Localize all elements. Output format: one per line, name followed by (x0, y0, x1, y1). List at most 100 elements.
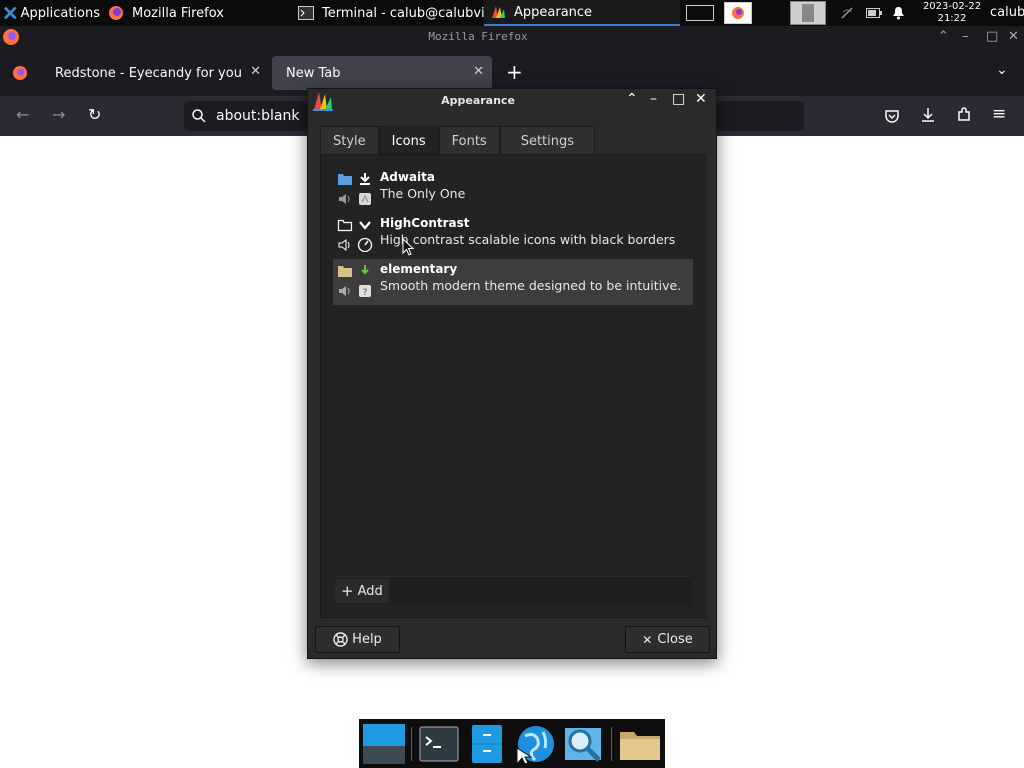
close-icon[interactable]: ✕ (1008, 29, 1019, 44)
theme-preview (337, 171, 377, 209)
svg-text:?: ? (363, 288, 368, 298)
workspace-2[interactable] (724, 2, 752, 24)
task-terminal[interactable]: Terminal - calub@calubvi… (292, 0, 484, 26)
icons-tab-panel: Adwaita The Only One HighContrast High c… (320, 154, 706, 618)
help-label: Help (352, 632, 382, 647)
help-icon: ? (359, 285, 371, 298)
battery-icon[interactable] (866, 7, 882, 19)
close-label: Close (657, 632, 693, 647)
plus-icon: + (341, 582, 354, 600)
web-browser-icon (516, 726, 554, 766)
back-arrow-icon[interactable]: ← (16, 105, 29, 124)
dock-web-browser[interactable] (515, 724, 555, 766)
search-icon (192, 109, 206, 123)
desktop-preview-icon (790, 1, 826, 25)
close-x-icon: ✕ (642, 632, 653, 647)
system-tray (840, 0, 905, 26)
minimize-icon[interactable]: – (962, 29, 969, 44)
list-item-highcontrast[interactable]: HighContrast High contrast scalable icon… (333, 213, 693, 259)
show-desktop[interactable] (790, 0, 826, 26)
maximize-icon[interactable]: □ (672, 91, 685, 107)
theme-description: The Only One (380, 186, 466, 201)
theme-preview: ? (337, 263, 377, 301)
tab-icons[interactable]: Icons (378, 126, 439, 156)
folder-icon (338, 266, 352, 277)
appearance-dialog: Appearance ⌃ – □ ✕ Style Icons Fonts Set… (307, 88, 717, 659)
reload-icon[interactable]: ↻ (88, 105, 101, 124)
dialog-title: Appearance (441, 94, 515, 107)
dialog-titlebar[interactable]: Appearance ⌃ – □ ✕ (308, 89, 716, 113)
add-theme-button[interactable]: + Add (335, 579, 389, 603)
close-icon[interactable]: ✕ (695, 91, 707, 107)
dialog-tabs: Style Icons Fonts Settings (320, 126, 596, 156)
help-button[interactable]: Help (315, 626, 400, 653)
speaker-icon (339, 286, 350, 296)
appearance-icon (492, 6, 505, 18)
speaker-icon (339, 194, 350, 204)
add-label: Add (357, 583, 383, 599)
tab-style[interactable]: Style (320, 126, 379, 155)
tab-new-tab[interactable]: New Tab ✕ (272, 56, 492, 90)
list-toolbar: + Add (335, 576, 691, 604)
dock-terminal[interactable] (419, 724, 459, 764)
list-all-tabs-chevron-icon[interactable]: ⌄ (996, 62, 1008, 78)
minimize-icon[interactable]: – (650, 91, 657, 107)
dock-file-manager[interactable] (467, 724, 507, 764)
extensions-icon[interactable] (956, 107, 972, 123)
tab-label: Redstone - Eyecandy for your X (55, 65, 241, 81)
tab-redstone[interactable]: Redstone - Eyecandy for your X ✕ (41, 56, 269, 90)
theme-name: HighContrast (380, 216, 470, 230)
dock (359, 719, 665, 768)
icon-theme-list[interactable]: Adwaita The Only One HighContrast High c… (333, 167, 693, 577)
dock-folder[interactable] (618, 724, 662, 764)
task-firefox[interactable]: Mozilla Firefox (102, 0, 288, 26)
firefox-icon (109, 6, 123, 20)
chevron-up-icon[interactable]: ⌃ (938, 29, 949, 44)
desktop-icon (363, 724, 405, 764)
tab-fonts[interactable]: Fonts (438, 126, 500, 155)
list-item-elementary[interactable]: ? elementary Smooth modern theme designe… (333, 259, 693, 305)
tab-settings[interactable]: Settings (499, 126, 596, 155)
task-label: Appearance (514, 4, 593, 20)
help-lifebuoy-icon (333, 632, 348, 647)
network-disconnected-icon[interactable] (840, 6, 854, 20)
url-text: about:blank (216, 108, 300, 124)
downloads-icon[interactable] (920, 107, 936, 123)
theme-name: Adwaita (380, 170, 436, 184)
workspace-1[interactable] (686, 5, 714, 21)
theme-description: Smooth modern theme designed to be intui… (380, 278, 682, 293)
theme-description: High contrast scalable icons with black … (380, 232, 676, 247)
clock-time: 21:22 (937, 13, 967, 24)
forward-arrow-icon[interactable]: → (52, 105, 65, 124)
firefox-icon (13, 66, 27, 80)
dock-search[interactable] (563, 724, 603, 764)
dock-desktop[interactable] (363, 724, 405, 764)
terminal-icon (419, 726, 459, 762)
firefox-icon (732, 7, 744, 19)
pocket-icon[interactable] (884, 108, 900, 124)
task-appearance[interactable]: Appearance (484, 0, 680, 26)
firefox-window-title: Mozilla Firefox (428, 30, 528, 43)
speaker-icon (338, 239, 350, 251)
close-tab-icon[interactable]: ✕ (250, 64, 261, 79)
hamburger-menu-icon[interactable]: ≡ (992, 104, 1006, 124)
file-manager-icon (472, 725, 502, 763)
new-tab-plus-icon[interactable]: + (506, 60, 523, 84)
user-menu[interactable]: calub (990, 0, 1024, 26)
clock[interactable]: 2023-02-22 21:22 (918, 1, 986, 25)
chevron-up-icon[interactable]: ⌃ (626, 91, 638, 107)
search-icon (565, 728, 601, 762)
maximize-icon[interactable]: □ (986, 29, 998, 44)
firefox-titlebar: Mozilla Firefox ⌃ – □ ✕ (0, 26, 1024, 50)
download-arrow-icon (361, 265, 369, 275)
clock-date: 2023-02-22 (922, 1, 982, 12)
theme-name: elementary (380, 262, 458, 276)
workspace-switcher[interactable] (686, 0, 752, 26)
applications-label: Applications (20, 5, 100, 21)
text-editor-icon (359, 193, 371, 205)
close-tab-icon[interactable]: ✕ (473, 64, 484, 79)
list-item-adwaita[interactable]: Adwaita The Only One (333, 167, 693, 213)
notifications-bell-icon[interactable] (892, 6, 905, 20)
close-button[interactable]: ✕ Close (625, 626, 710, 653)
applications-menu[interactable]: Applications (0, 0, 100, 26)
